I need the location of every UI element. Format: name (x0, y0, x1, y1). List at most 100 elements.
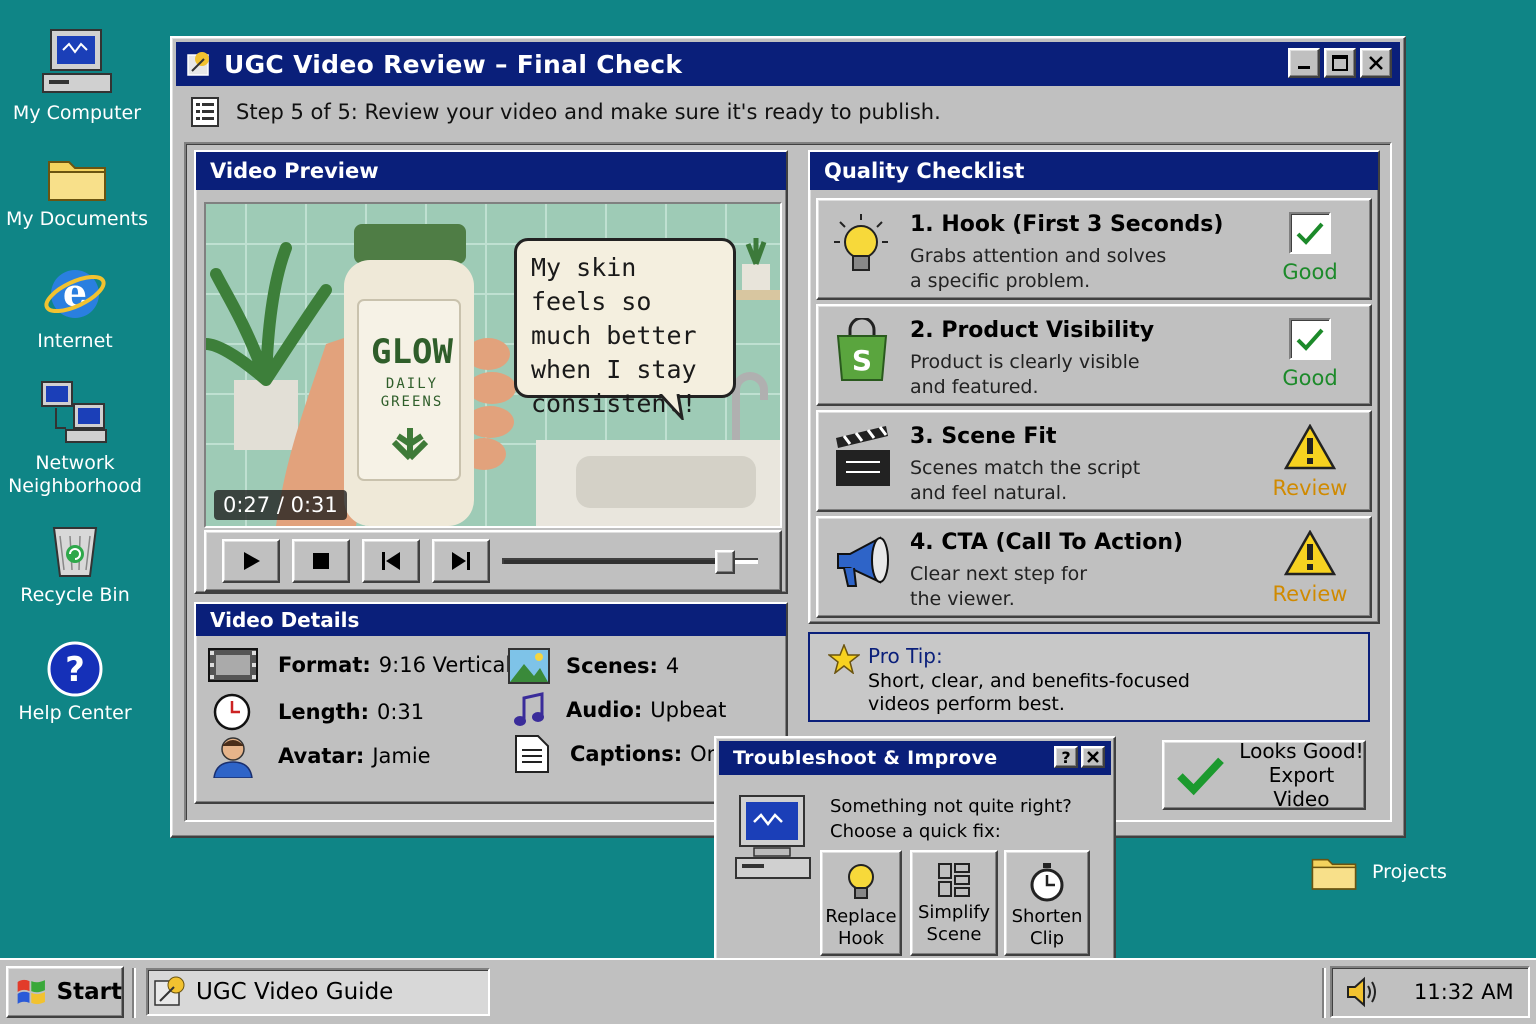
dialog-close-button[interactable] (1081, 746, 1105, 768)
checklist-item-title: 1. Hook (First 3 Seconds) (910, 212, 1224, 237)
main-window: UGC Video Review – Final Check Step 5 of… (170, 36, 1406, 838)
windows-logo-icon (17, 979, 45, 1005)
help-button[interactable]: ? (1054, 746, 1078, 768)
checklist-item-desc: Grabs attention and solves a specific pr… (910, 244, 1166, 294)
status-label: Good (1282, 260, 1338, 284)
fix-label: Simplify (917, 902, 991, 923)
detail-value: 0:31 (377, 700, 425, 724)
pro-tip-title: Pro Tip: (868, 644, 943, 668)
clock[interactable]: 11:32 AM (1414, 980, 1514, 1004)
title-bar[interactable]: UGC Video Review – Final Check (176, 42, 1400, 86)
checklist-status: Review (1250, 423, 1370, 500)
lightbulb-icon (848, 864, 874, 899)
folder-icon (48, 161, 106, 201)
seek-slider[interactable] (502, 550, 758, 574)
checklist-item-title: 4. CTA (Call To Action) (910, 530, 1184, 555)
status-label: Good (1282, 366, 1338, 390)
taskbar: Start UGC Video Guide 11:32 AM (0, 958, 1536, 1024)
play-button[interactable] (222, 539, 280, 583)
checklist-item-desc: Scenes match the script and feel natural… (910, 456, 1140, 506)
desktop-icon-help-center[interactable]: ? Help Center (0, 640, 150, 725)
fix-label: Clip (1030, 928, 1064, 949)
video-preview-panel: Video Preview GLOW DAILY GREENS My skin … (194, 150, 788, 594)
desktop-icon-label: Help Center (18, 702, 132, 724)
desc-line: and feel natural. (910, 482, 1068, 504)
stop-icon (313, 553, 329, 569)
maximize-button[interactable] (1324, 48, 1356, 78)
computer-icon (42, 29, 112, 93)
fix-label: Shorten (1011, 906, 1083, 927)
taskbar-item-label: UGC Video Guide (196, 979, 394, 1005)
start-button[interactable]: Start (6, 966, 124, 1018)
avatar-icon (213, 737, 253, 778)
desktop-icon-label: My Documents (5, 208, 148, 230)
checkmark-icon (1296, 222, 1324, 245)
seek-slider-thumb[interactable] (714, 550, 735, 574)
status-checkbox[interactable] (1289, 212, 1331, 254)
dialog-title-bar[interactable]: Troubleshoot & Improve ? (719, 741, 1111, 775)
dialog-prompt: Something not quite right? Choose a quic… (830, 794, 1072, 844)
svg-text:S: S (852, 344, 872, 377)
minimize-icon (1298, 66, 1310, 69)
checklist-item-product[interactable]: S 2. Product Visibility Product is clear… (816, 304, 1372, 406)
desc-line: Scenes match the script (910, 457, 1141, 479)
replace-hook-button[interactable]: Replace Hook (820, 850, 902, 956)
pro-tip-text: Short, clear, and benefits-focused video… (868, 670, 1190, 716)
shorten-clip-button[interactable]: Shorten Clip (1004, 850, 1090, 956)
desktop-icon-label: Projects (1372, 860, 1447, 883)
product-sublabel: DAILY (385, 376, 439, 392)
detail-avatar: Avatar: Jamie (212, 734, 431, 778)
document-icon (515, 735, 549, 773)
clock-icon (213, 693, 251, 731)
skip-forward-button[interactable] (432, 539, 490, 583)
video-details-panel: Video Details Format: 9:16 Vertical Leng… (194, 602, 788, 804)
pro-tip-line: videos perform best. (868, 693, 1065, 715)
desktop-icon-label: Internet (37, 330, 113, 352)
detail-scenes: Scenes: 4 (508, 648, 679, 684)
fix-label: Replace (825, 906, 897, 927)
taskbar-item-ugc-guide[interactable]: UGC Video Guide (146, 968, 490, 1016)
computer-icon (735, 795, 811, 879)
desktop-icon-label: My Computer (12, 102, 142, 124)
desktop-icon-internet[interactable]: e Internet (0, 260, 150, 353)
desktop-icon-my-computer[interactable]: My Computer (2, 26, 152, 125)
desktop-icon-label: Network Neighborhood (8, 452, 142, 497)
desktop-icon-recycle-bin[interactable]: Recycle Bin (0, 518, 150, 607)
checklist-item-hook[interactable]: 1. Hook (First 3 Seconds) Grabs attentio… (816, 198, 1372, 300)
quality-checklist-panel: Quality Checklist 1. Hook (First 3 Secon… (808, 150, 1380, 624)
status-checkbox[interactable] (1289, 318, 1331, 360)
pro-tip-box: Pro Tip: Short, clear, and benefits-focu… (808, 632, 1370, 722)
checklist-item-desc: Clear next step for the viewer. (910, 562, 1087, 612)
pro-tip-line: Short, clear, and benefits-focused (868, 670, 1190, 692)
warning-icon (1283, 423, 1337, 470)
export-line: Looks Good! (1239, 739, 1364, 763)
speaker-icon[interactable] (1344, 975, 1382, 1009)
recycle-bin-icon (52, 527, 98, 577)
help-icon: ? (47, 641, 103, 697)
desktop-icon-network[interactable]: Network Neighborhood (0, 378, 150, 498)
minimize-button[interactable] (1288, 48, 1320, 78)
desktop-icon-projects[interactable]: Projects (1310, 852, 1450, 892)
simplify-scene-button[interactable]: Simplify Scene (910, 850, 998, 956)
internet-explorer-icon: e (44, 270, 106, 318)
video-frame[interactable]: GLOW DAILY GREENS My skin feels so much … (204, 202, 782, 528)
clapperboard-icon (836, 426, 890, 486)
checklist-item-scene[interactable]: 3. Scene Fit Scenes match the script and… (816, 410, 1372, 512)
checklist-item-cta[interactable]: 4. CTA (Call To Action) Clear next step … (816, 516, 1372, 618)
close-button[interactable] (1360, 48, 1392, 78)
warning-icon (1283, 529, 1337, 576)
dialog-title: Troubleshoot & Improve (733, 747, 998, 769)
detail-value: 4 (665, 654, 680, 678)
stop-button[interactable] (292, 539, 350, 583)
fix-label: Hook (838, 928, 884, 949)
skip-back-icon (382, 552, 400, 570)
desc-line: Clear next step for (910, 563, 1088, 585)
rewind-button[interactable] (362, 539, 420, 583)
export-video-button[interactable]: Looks Good! Export Video (1162, 739, 1366, 811)
step-indicator: Step 5 of 5: Review your video and make … (176, 86, 1400, 138)
video-preview-header: Video Preview (196, 152, 786, 190)
detail-value: 9:16 Vertical (378, 653, 512, 677)
desktop-icon-my-documents[interactable]: My Documents (2, 152, 152, 231)
desktop-icon-label: Recycle Bin (20, 584, 130, 606)
start-label: Start (56, 979, 122, 1005)
